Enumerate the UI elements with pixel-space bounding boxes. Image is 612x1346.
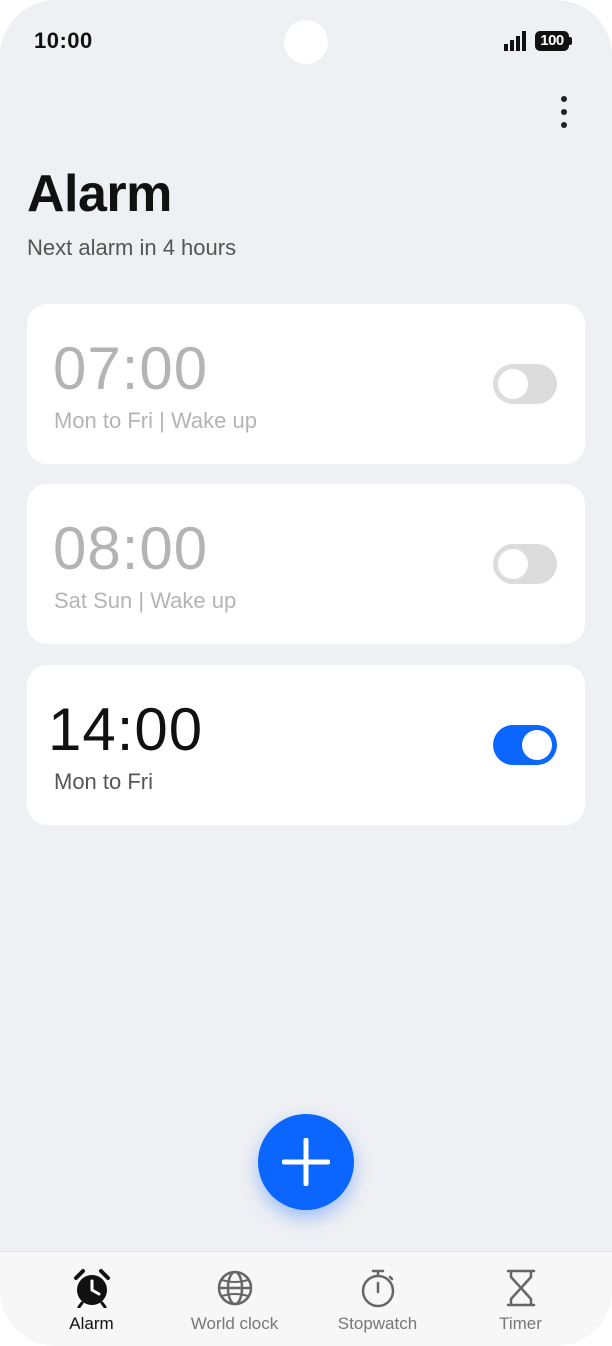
tab-label: Alarm [69, 1314, 114, 1333]
tab-alarm[interactable]: Alarm [20, 1252, 163, 1346]
tab-stopwatch[interactable]: Stopwatch [306, 1252, 449, 1346]
alarm-time: 14:00 [48, 696, 204, 763]
toggle-knob [498, 549, 528, 579]
tab-label: World clock [190, 1314, 279, 1333]
alarm-time: 07:00 [53, 335, 209, 402]
status-time: 10:00 [34, 28, 93, 53]
alarm-card[interactable]: 14:00 Mon to Fri [27, 665, 585, 825]
tab-label: Timer [499, 1314, 542, 1333]
plus-icon [282, 1138, 330, 1186]
toggle-knob [522, 730, 552, 760]
alarm-toggle[interactable] [493, 725, 557, 765]
alarm-card[interactable]: 08:00 Sat Sun | Wake up [27, 484, 585, 644]
add-alarm-button[interactable] [258, 1114, 354, 1210]
alarm-card[interactable]: 07:00 Mon to Fri | Wake up [27, 304, 585, 464]
tab-label: Stopwatch [337, 1314, 418, 1333]
alarm-toggle[interactable] [493, 544, 557, 584]
status-bar: 10:00 100 [0, 0, 612, 80]
alarm-clock-icon [74, 1269, 110, 1308]
alarm-description: Mon to Fri | Wake up [54, 408, 257, 433]
more-options-button[interactable] [554, 94, 574, 134]
toggle-knob [498, 369, 528, 399]
next-alarm-subtitle: Next alarm in 4 hours [27, 235, 237, 260]
alarm-description: Mon to Fri [54, 769, 154, 794]
battery-icon: 100 [535, 31, 572, 51]
tab-timer[interactable]: Timer [449, 1252, 592, 1346]
alarm-time: 08:00 [53, 515, 209, 582]
alarm-description: Sat Sun | Wake up [54, 588, 237, 613]
hourglass-icon [506, 1269, 536, 1307]
front-camera [284, 20, 328, 64]
signal-icon [504, 31, 526, 51]
globe-icon [217, 1270, 253, 1306]
page-title: Alarm [27, 165, 172, 223]
stopwatch-icon [361, 1269, 395, 1308]
alarm-toggle[interactable] [493, 364, 557, 404]
bottom-navigation: Alarm World clock Stopwatch Timer [0, 1251, 612, 1346]
tab-world-clock[interactable]: World clock [163, 1252, 306, 1346]
phone-screen: 10:00 100 Alarm Next alarm in 4 hours 07… [0, 0, 612, 1346]
